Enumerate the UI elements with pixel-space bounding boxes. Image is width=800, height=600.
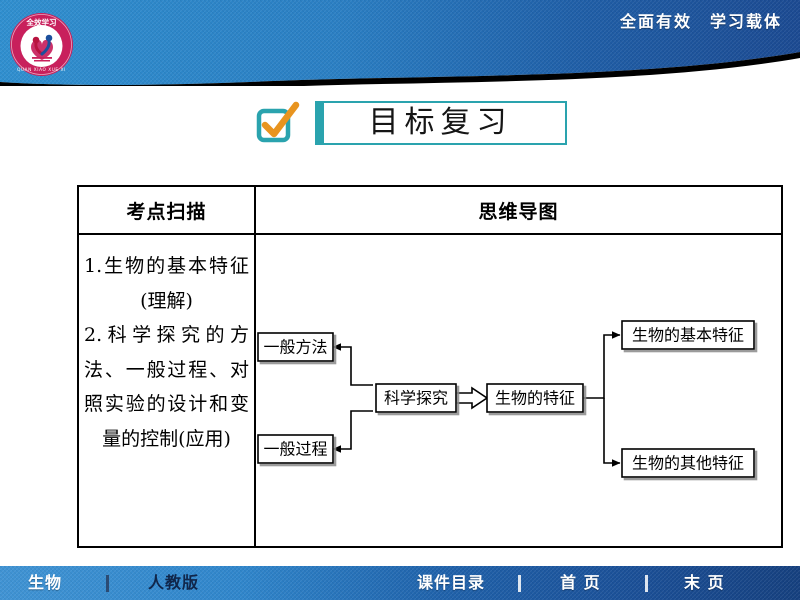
footer-link-first-page[interactable]: 首 页 <box>560 566 601 600</box>
exam-point-item: 1.生物的基本特征(理解) <box>84 255 249 312</box>
exam-point-item: 2.科学探究的方法、一般过程、对照实验的设计和变量的控制(应用) <box>84 324 249 450</box>
content-table: 考点扫描 思维导图 1.生物的基本特征(理解) 2.科学探究的方法、一般过程、对… <box>77 185 783 548</box>
table-header-row: 考点扫描 思维导图 <box>79 187 781 235</box>
table-cell-mindmap: 一般方法 一般过程 科学探究 生物的特征 生物的基本特征 生物的其他特征 <box>256 235 781 546</box>
table-header-cell-points: 考点扫描 <box>79 187 256 233</box>
table-header-label-mindmap: 思维导图 <box>478 200 559 223</box>
brand-logo: 全效学习 QUAN XIAO XUE XI <box>9 12 74 77</box>
mind-map-diagram: 一般方法 一般过程 科学探究 生物的特征 生物的基本特征 生物的其他特征 <box>256 235 781 546</box>
table-header-label-points: 考点扫描 <box>126 200 207 223</box>
node-label: 科学探究 <box>384 389 448 408</box>
footer-bar: 生物 人教版 课件目录 首 页 末 页 <box>0 566 800 600</box>
table-cell-points: 1.生物的基本特征(理解) 2.科学探究的方法、一般过程、对照实验的设计和变量的… <box>79 235 256 546</box>
footer-edition: 人教版 <box>148 573 200 592</box>
footer-subject: 生物 <box>28 573 63 592</box>
footer-divider <box>106 575 109 592</box>
header-tagline: 全面有效 学习载体 <box>619 12 782 31</box>
checkbox-check-icon <box>255 100 301 146</box>
node-label: 一般方法 <box>263 338 327 357</box>
section-title-box: 目标复习 <box>315 101 567 145</box>
section-title-text: 目标复习 <box>368 105 513 140</box>
footer-divider <box>645 575 648 592</box>
node-label: 生物的基本特征 <box>632 326 744 345</box>
section-title: 目标复习 <box>255 100 567 146</box>
exam-points-list: 1.生物的基本特征(理解) 2.科学探究的方法、一般过程、对照实验的设计和变量的… <box>84 249 249 456</box>
node-label: 生物的其他特征 <box>632 454 744 473</box>
footer-link-last-page[interactable]: 末 页 <box>684 566 725 600</box>
node-label: 一般过程 <box>263 440 327 459</box>
footer-divider <box>518 575 521 592</box>
table-body-row: 1.生物的基本特征(理解) 2.科学探究的方法、一般过程、对照实验的设计和变量的… <box>79 235 781 546</box>
svg-text:全效学习: 全效学习 <box>26 17 57 27</box>
table-header-cell-mindmap: 思维导图 <box>256 187 781 233</box>
node-label: 生物的特征 <box>495 389 575 408</box>
svg-text:QUAN XIAO XUE XI: QUAN XIAO XUE XI <box>17 67 66 72</box>
footer-link-catalog[interactable]: 课件目录 <box>417 566 485 600</box>
